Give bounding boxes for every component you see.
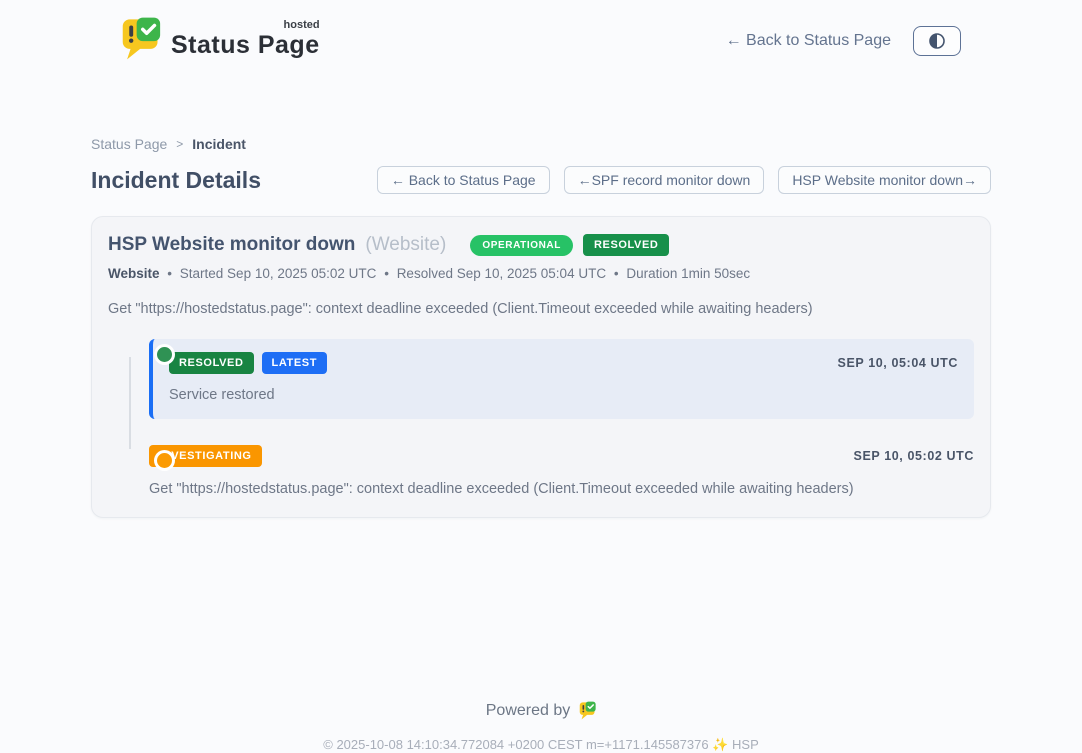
incident-description: Get "https://hostedstatus.page": context… [108, 301, 974, 317]
timeline-message: Service restored [169, 387, 958, 403]
breadcrumb-incident: Incident [192, 136, 246, 152]
resolved-status-badge: RESOLVED [583, 234, 670, 256]
incident-component: (Website) [365, 234, 446, 256]
status-page-logo-icon [121, 16, 161, 66]
theme-toggle-button[interactable] [913, 26, 961, 56]
brand-hosted-label: hosted [284, 19, 320, 31]
timeline-connector-line [129, 357, 131, 449]
timeline-dot-resolved-icon [157, 347, 172, 362]
prev-incident-button[interactable]: ←SPF record monitor down [564, 166, 765, 194]
incident-card: HSP Website monitor down (Website) OPERA… [91, 216, 991, 518]
header-back-to-status-page-link[interactable]: ← Back to Status Page [726, 32, 891, 50]
half-circle-contrast-icon [927, 31, 947, 51]
meta-duration: Duration 1min 50sec [626, 266, 750, 281]
timeline-entry-investigating: INVESTIGATING SEP 10, 05:02 UTC Get "htt… [149, 445, 974, 497]
meta-started: Started Sep 10, 2025 05:02 UTC [180, 266, 377, 281]
breadcrumb-separator: > [176, 137, 183, 151]
timeline-entry-resolved: RESOLVED LATEST SEP 10, 05:04 UTC Servic… [149, 339, 974, 419]
page-title: Incident Details [91, 167, 261, 194]
incident-meta: Website • Started Sep 10, 2025 05:02 UTC… [108, 266, 974, 281]
breadcrumb: Status Page > Incident [91, 136, 991, 152]
timeline-timestamp: SEP 10, 05:02 UTC [854, 449, 974, 463]
copyright-text: © 2025-10-08 14:10:34.772084 +0200 CEST … [91, 737, 991, 753]
brand-logo[interactable]: hosted Status Page [121, 16, 320, 66]
status-page-mini-logo-icon[interactable] [579, 701, 596, 720]
meta-component: Website [108, 266, 160, 281]
incident-nav-buttons: ← Back to Status Page ←SPF record monito… [377, 166, 991, 194]
operational-status-badge: OPERATIONAL [470, 235, 573, 256]
next-incident-button[interactable]: HSP Website monitor down→ [778, 166, 991, 194]
timeline-resolved-badge: RESOLVED [169, 352, 254, 374]
footer: Powered by © 2025-10-08 14:10:34.772084 … [91, 701, 991, 753]
powered-by-label: Powered by [486, 702, 571, 720]
incident-title: HSP Website monitor down [108, 234, 355, 256]
brand-name: Status Page [171, 31, 320, 59]
back-to-status-page-button[interactable]: ← Back to Status Page [377, 166, 550, 194]
timeline-message: Get "https://hostedstatus.page": context… [149, 481, 974, 497]
timeline-latest-badge: LATEST [262, 352, 328, 374]
timeline-dot-investigating-icon [157, 453, 172, 468]
incident-timeline: RESOLVED LATEST SEP 10, 05:04 UTC Servic… [108, 339, 974, 497]
header: hosted Status Page ← Back to Status Page [91, 0, 991, 80]
breadcrumb-status-page[interactable]: Status Page [91, 136, 167, 152]
meta-resolved: Resolved Sep 10, 2025 05:04 UTC [397, 266, 606, 281]
timeline-timestamp: SEP 10, 05:04 UTC [838, 356, 958, 370]
